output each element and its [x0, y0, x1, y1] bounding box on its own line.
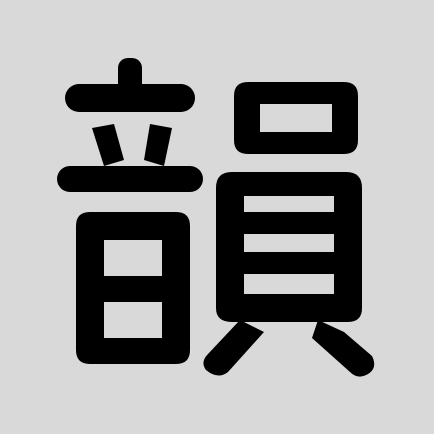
- stroke-upper-bar: [65, 84, 195, 112]
- stroke-sun-box: [76, 212, 190, 364]
- stroke-left-leg: [203, 320, 264, 376]
- stroke-lower-bar: [57, 166, 203, 192]
- stroke-left-dot: [92, 124, 124, 166]
- stroke-mouth-box: [234, 82, 358, 154]
- app-icon-tile[interactable]: [0, 0, 434, 434]
- stroke-shell-box: [216, 172, 362, 322]
- kanji-glyph-icon: [57, 58, 375, 377]
- stroke-right-dot: [144, 124, 172, 166]
- stroke-right-leg: [312, 320, 375, 377]
